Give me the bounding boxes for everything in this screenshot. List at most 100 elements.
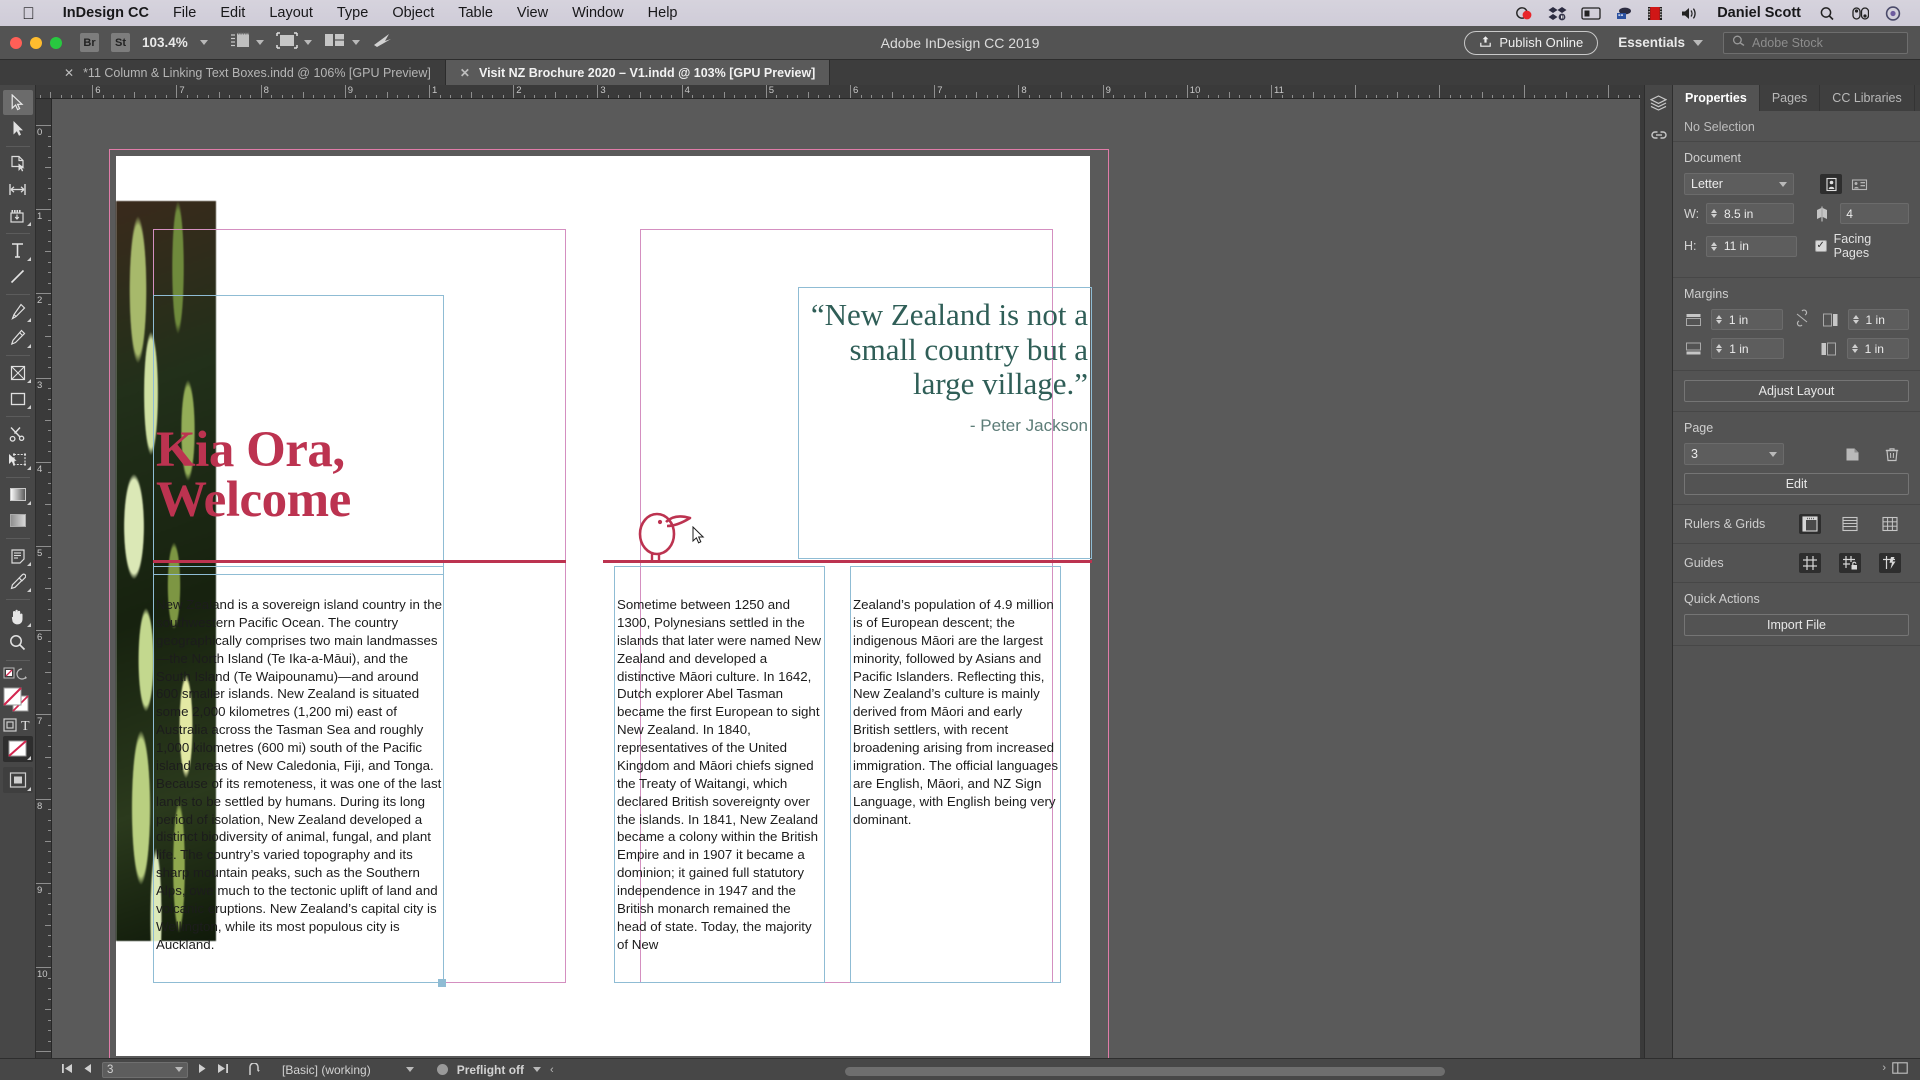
zoom-tool[interactable]: [3, 630, 33, 655]
backup-icon[interactable]: [1614, 6, 1633, 21]
new-page-icon[interactable]: [1841, 444, 1863, 464]
direct-selection-tool[interactable]: [3, 116, 33, 141]
document-tab-active[interactable]: ✕ Visit NZ Brochure 2020 – V1.indd @ 103…: [445, 60, 831, 85]
landscape-icon[interactable]: [1848, 174, 1870, 194]
control-center-icon[interactable]: [1852, 6, 1871, 21]
menu-file[interactable]: File: [161, 5, 208, 21]
preflight-expand-icon[interactable]: ‹: [550, 1064, 554, 1076]
margin-left-field[interactable]: 1 in: [1846, 338, 1909, 359]
horizontal-ruler[interactable]: 567891234567891011: [36, 85, 1640, 99]
smart-guides-icon[interactable]: [1879, 553, 1901, 573]
rectangle-tool[interactable]: [3, 386, 33, 411]
close-tab-icon[interactable]: ✕: [460, 66, 470, 80]
selection-tool[interactable]: [2, 90, 33, 115]
layers-icon[interactable]: [1648, 93, 1670, 113]
bridge-button[interactable]: Br: [80, 33, 99, 52]
content-collector-tool[interactable]: [3, 203, 33, 228]
adobe-stock-search[interactable]: Adobe Stock: [1723, 31, 1908, 54]
lock-guides-icon[interactable]: [1839, 553, 1861, 573]
document-canvas[interactable]: Kia Ora, Welcome New Zealand is a sovere…: [52, 99, 1640, 1062]
page-number-field[interactable]: 3: [102, 1061, 188, 1078]
margin-right-field[interactable]: 1 in: [1847, 309, 1909, 330]
frame-view-dropdown-icon[interactable]: [303, 40, 312, 45]
import-file-button[interactable]: Import File: [1684, 614, 1909, 636]
fill-stroke-swatches[interactable]: [1, 686, 35, 714]
zoom-dropdown-icon[interactable]: [199, 40, 208, 45]
first-page-icon[interactable]: [61, 1063, 74, 1077]
last-page-icon[interactable]: [216, 1063, 229, 1077]
app-menu-indesign[interactable]: InDesign CC: [51, 5, 161, 21]
show-rulers-icon[interactable]: [1799, 514, 1821, 534]
page-number-select[interactable]: 3: [1684, 443, 1784, 465]
height-stepper[interactable]: [1710, 241, 1717, 251]
hand-tool[interactable]: [3, 604, 33, 629]
gradient-feather-tool[interactable]: [3, 508, 33, 533]
link-broken-icon[interactable]: [1795, 309, 1809, 330]
menu-window[interactable]: Window: [560, 5, 636, 21]
apple-icon[interactable]: : [22, 5, 35, 22]
margin-top-field[interactable]: 1 in: [1710, 309, 1783, 330]
free-transform-tool[interactable]: [3, 447, 33, 472]
vertical-ruler[interactable]: 0 1 2 3 4 5 6 7 8 9 10: [36, 99, 52, 1062]
next-page-icon[interactable]: [197, 1063, 207, 1077]
dropbox-icon[interactable]: [1548, 6, 1567, 21]
gap-tool[interactable]: [3, 177, 33, 202]
width-stepper[interactable]: [1711, 209, 1717, 218]
rectangle-frame-tool[interactable]: [3, 360, 33, 385]
tab-pages[interactable]: Pages: [1760, 85, 1821, 111]
baseline-grid-icon[interactable]: [1839, 514, 1861, 534]
normal-view-mode-button[interactable]: [2, 767, 33, 793]
type-tool[interactable]: [3, 238, 33, 263]
menu-layout[interactable]: Layout: [257, 5, 325, 21]
kiwi-bird-icon[interactable]: [632, 504, 698, 566]
document-grid-icon[interactable]: [1879, 514, 1901, 534]
master-page-icon[interactable]: [248, 1063, 263, 1076]
menu-view[interactable]: View: [505, 5, 560, 21]
links-icon[interactable]: [1648, 125, 1670, 145]
eyedropper-tool[interactable]: [3, 569, 33, 594]
pencil-tool[interactable]: [3, 325, 33, 350]
arrange-dropdown-icon[interactable]: [351, 40, 360, 45]
volume-icon[interactable]: [1680, 6, 1699, 21]
prev-page-icon[interactable]: [83, 1063, 93, 1077]
master-dropdown-icon[interactable]: [405, 1067, 414, 1072]
presentation-icon[interactable]: [372, 32, 394, 54]
margin-right-stepper[interactable]: [1852, 315, 1859, 324]
page-left[interactable]: Kia Ora, Welcome New Zealand is a sovere…: [116, 156, 603, 1056]
page-tool[interactable]: [3, 151, 33, 176]
stock-button[interactable]: St: [111, 33, 130, 52]
document-tab-inactive[interactable]: ✕ *11 Column & Linking Text Boxes.indd @…: [50, 60, 446, 85]
horizontal-scrollbar[interactable]: [845, 1067, 1445, 1076]
pen-tool[interactable]: [3, 299, 33, 324]
page-right[interactable]: “New Zealand is not a small country but …: [603, 156, 1092, 1056]
edit-page-button[interactable]: Edit: [1684, 473, 1909, 495]
zoom-level-value[interactable]: 103.4%: [142, 35, 188, 50]
width-field[interactable]: 8.5 in: [1706, 203, 1794, 224]
scissors-tool[interactable]: [3, 421, 33, 446]
trash-icon[interactable]: [1881, 444, 1903, 464]
user-name[interactable]: Daniel Scott: [1713, 5, 1805, 21]
margin-left-stepper[interactable]: [1851, 344, 1858, 353]
split-window-icon[interactable]: [1892, 1062, 1908, 1077]
pages-count-field[interactable]: 4: [1840, 203, 1909, 224]
screen-mode-dropdown-icon[interactable]: [255, 40, 264, 45]
film-icon[interactable]: [1647, 6, 1666, 21]
screen-record-icon[interactable]: [1515, 6, 1534, 21]
screen-mode-icon[interactable]: [230, 32, 250, 54]
close-tab-icon[interactable]: ✕: [64, 66, 74, 80]
fill-target-toggle[interactable]: T: [1, 715, 35, 735]
siri-icon[interactable]: [1885, 5, 1904, 21]
margin-top-stepper[interactable]: [1715, 315, 1722, 324]
menu-table[interactable]: Table: [446, 5, 505, 21]
margin-bottom-field[interactable]: 1 in: [1711, 338, 1785, 359]
publish-online-button[interactable]: Publish Online: [1464, 30, 1599, 55]
maximize-window-button[interactable]: [50, 36, 62, 49]
status-expand-icon[interactable]: ›: [1882, 1062, 1886, 1077]
search-icon[interactable]: [1819, 6, 1838, 21]
workspace-switcher[interactable]: Essentials: [1618, 35, 1703, 50]
preflight-dropdown-icon[interactable]: [533, 1067, 542, 1072]
apply-none-button[interactable]: [2, 736, 33, 762]
tab-cc-libraries[interactable]: CC Libraries: [1820, 85, 1915, 111]
gradient-swatch-tool[interactable]: [3, 482, 33, 507]
menu-object[interactable]: Object: [380, 5, 446, 21]
